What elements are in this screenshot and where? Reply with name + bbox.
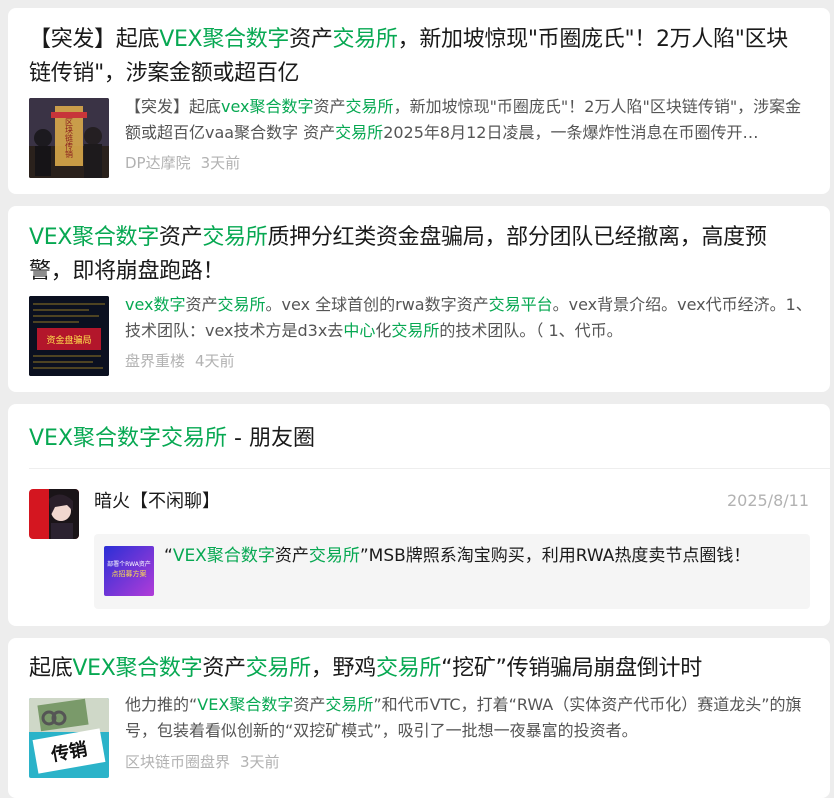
moments-section-title[interactable]: VEX聚合数字交易所 - 朋友圈 <box>29 422 315 456</box>
article-source[interactable]: DP达摩院 <box>125 154 191 172</box>
article-thumbnail[interactable]: 资金盘骗局 <box>29 296 109 376</box>
article-summary: 他力推的“VEX聚合数字资产交易所”和代币VTC，打着“RWA（实体资产代币化）… <box>125 695 802 740</box>
article-card-3[interactable]: 起底VEX聚合数字资产交易所，野鸡交易所“挖矿”传销骗局崩盘倒计时 传销 他力推… <box>8 638 830 798</box>
svg-text:部署个RWA资产: 部署个RWA资产 <box>107 560 151 568</box>
article-source[interactable]: 盘界重楼 <box>125 352 185 370</box>
article-time: 4天前 <box>195 352 235 370</box>
article-time: 3天前 <box>240 753 280 771</box>
article-summary: vex数字资产交易所。vex 全球首创的rwa数字资产交易平台。vex背景介绍。… <box>125 295 812 340</box>
thumbnail-image: 资金盘骗局 <box>29 296 109 376</box>
article-card-1[interactable]: 【突发】起底VEX聚合数字资产交易所，新加坡惊现"币圈庞氏"！2万人陷"区块链传… <box>8 8 830 194</box>
article-title[interactable]: VEX聚合数字资产交易所质押分红类资金盘骗局，部分团队已经撤离，高度预警，即将崩… <box>29 221 809 289</box>
svg-text:资金盘骗局: 资金盘骗局 <box>46 334 91 346</box>
shared-link-text: “VEX聚合数字资产交易所”MSB牌照系淘宝购买，利用RWA热度卖节点圈钱！ <box>164 546 751 566</box>
article-time: 3天前 <box>200 154 241 172</box>
thumbnail-image: 传销 <box>29 698 109 778</box>
article-title[interactable]: 【突发】起底VEX聚合数字资产交易所，新加坡惊现"币圈庞氏"！2万人陷"区块链传… <box>29 23 809 91</box>
thumbnail-image: 区块链传销 <box>29 98 109 178</box>
article-summary: 【突发】起底vex聚合数字资产交易所，新加坡惊现"币圈庞氏"！2万人陷"区块链传… <box>125 97 802 142</box>
shared-link[interactable]: 部署个RWA资产 点招募方案 “VEX聚合数字资产交易所”MSB牌照系淘宝购买，… <box>94 534 810 609</box>
article-thumbnail[interactable]: 区块链传销 <box>29 98 109 178</box>
shared-link-thumbnail: 部署个RWA资产 点招募方案 <box>104 546 154 596</box>
svg-text:区块链传销: 区块链传销 <box>65 118 74 159</box>
article-meta: 区块链币圈盘界 3天前 <box>125 751 280 772</box>
article-thumbnail[interactable]: 传销 <box>29 698 109 778</box>
moments-card[interactable]: VEX聚合数字交易所 - 朋友圈 暗火【不闲聊】 2025/8/11 部署个RW… <box>8 404 830 626</box>
article-card-2[interactable]: VEX聚合数字资产交易所质押分红类资金盘骗局，部分团队已经撤离，高度预警，即将崩… <box>8 206 830 392</box>
shared-thumbnail-image: 部署个RWA资产 点招募方案 <box>104 546 154 596</box>
article-source[interactable]: 区块链币圈盘界 <box>125 753 230 771</box>
article-title[interactable]: 起底VEX聚合数字资产交易所，野鸡交易所“挖矿”传销骗局崩盘倒计时 <box>29 652 809 686</box>
section-divider <box>29 468 830 469</box>
article-meta: DP达摩院 3天前 <box>125 152 240 173</box>
avatar[interactable] <box>29 489 79 539</box>
author-name[interactable]: 暗火【不闲聊】 <box>94 489 220 515</box>
avatar-image <box>29 489 79 539</box>
article-meta: 盘界重楼 4天前 <box>125 350 235 371</box>
svg-text:点招募方案: 点招募方案 <box>112 569 147 578</box>
post-date: 2025/8/11 <box>726 491 809 510</box>
